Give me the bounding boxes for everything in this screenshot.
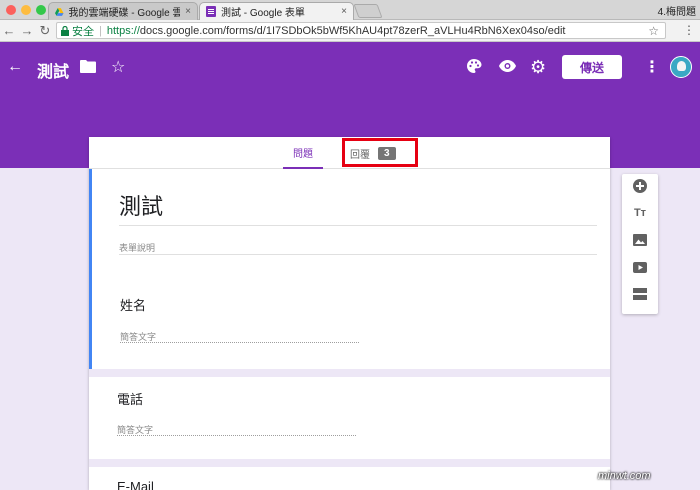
title-underline — [119, 225, 597, 226]
browser-tabstrip: 我的雲端硬碟 - Google 雲端硬碟 × 測試 - Google 表單 × … — [0, 0, 700, 20]
document-title[interactable]: 測試 — [37, 58, 69, 82]
close-tab-icon[interactable]: × — [341, 6, 347, 17]
url-input[interactable]: 安全 | https:// docs.google.com/forms/d/1I… — [56, 22, 666, 39]
browser-menu-icon[interactable]: ⋮ — [683, 23, 695, 37]
side-toolbar: Tт — [622, 174, 658, 314]
url-text: docs.google.com/forms/d/1I7SDbOk5bWf5KhA… — [139, 24, 566, 37]
add-image-icon[interactable] — [631, 231, 649, 249]
profile-name[interactable]: 4.梅問題 — [658, 3, 696, 18]
minimize-window-button[interactable] — [21, 5, 31, 15]
back-arrow-icon[interactable]: ← — [6, 58, 24, 76]
close-tab-icon[interactable]: × — [185, 6, 191, 17]
browser-tab-drive[interactable]: 我的雲端硬碟 - Google 雲端硬碟 × — [48, 2, 198, 20]
star-icon[interactable]: ☆ — [111, 57, 125, 77]
form-header-section[interactable]: 測試 表單說明 姓名 簡答文字 — [89, 169, 610, 369]
browser-tab-label: 測試 - Google 表單 — [221, 8, 305, 19]
more-options-icon[interactable]: ⋮ — [644, 57, 660, 77]
form-title[interactable]: 測試 — [119, 189, 163, 221]
answer-underline — [117, 435, 356, 436]
preview-eye-icon[interactable] — [499, 60, 516, 72]
reload-icon[interactable]: ↻ — [36, 22, 54, 40]
avatar[interactable] — [670, 56, 692, 78]
description-underline — [119, 254, 597, 255]
new-tab-button[interactable] — [353, 4, 383, 18]
form-tabs: 問題 回覆 3 — [89, 137, 610, 169]
add-section-icon[interactable] — [631, 285, 649, 303]
section-divider — [89, 459, 610, 467]
url-protocol: https:// — [106, 24, 140, 37]
back-arrow-icon[interactable]: ← — [0, 22, 18, 40]
forms-icon — [206, 6, 216, 17]
url-separator: | — [99, 24, 102, 37]
browser-tab-form[interactable]: 測試 - Google 表單 × — [199, 2, 354, 20]
annotation-highlight-box — [342, 138, 418, 167]
lock-icon — [61, 25, 69, 36]
form-card: 問題 回覆 3 測試 表單說明 姓名 簡答文字 電話 簡答文字 E-Mail — [89, 137, 610, 490]
settings-gear-icon[interactable]: ⚙ — [530, 57, 546, 78]
form-description-placeholder[interactable]: 表單說明 — [119, 241, 155, 254]
question-title[interactable]: 姓名 — [120, 295, 146, 314]
section-divider — [89, 369, 610, 377]
bookmark-star-icon[interactable]: ☆ — [648, 24, 659, 38]
add-video-icon[interactable] — [631, 258, 649, 276]
watermark: minwt.com — [598, 470, 651, 482]
drive-icon — [55, 7, 64, 16]
close-window-button[interactable] — [6, 5, 16, 15]
tab-questions[interactable]: 問題 — [283, 137, 323, 169]
add-question-icon[interactable] — [631, 177, 649, 195]
answer-underline — [120, 342, 359, 343]
question-title[interactable]: 電話 — [117, 389, 143, 408]
send-button[interactable]: 傳送 — [562, 55, 622, 79]
add-title-icon[interactable]: Tт — [631, 204, 649, 222]
question-title[interactable]: E-Mail — [117, 479, 154, 490]
address-bar-row: ← → ↻ 安全 | https:// docs.google.com/form… — [0, 20, 700, 42]
forward-arrow-icon[interactable]: → — [18, 22, 36, 40]
zoom-window-button[interactable] — [36, 5, 46, 15]
palette-icon[interactable] — [466, 58, 482, 74]
secure-label: 安全 — [72, 25, 94, 38]
secure-indicator[interactable]: 安全 — [61, 23, 94, 39]
folder-icon[interactable] — [80, 59, 96, 73]
browser-tab-label: 我的雲端硬碟 - Google 雲端硬碟 — [68, 8, 181, 19]
